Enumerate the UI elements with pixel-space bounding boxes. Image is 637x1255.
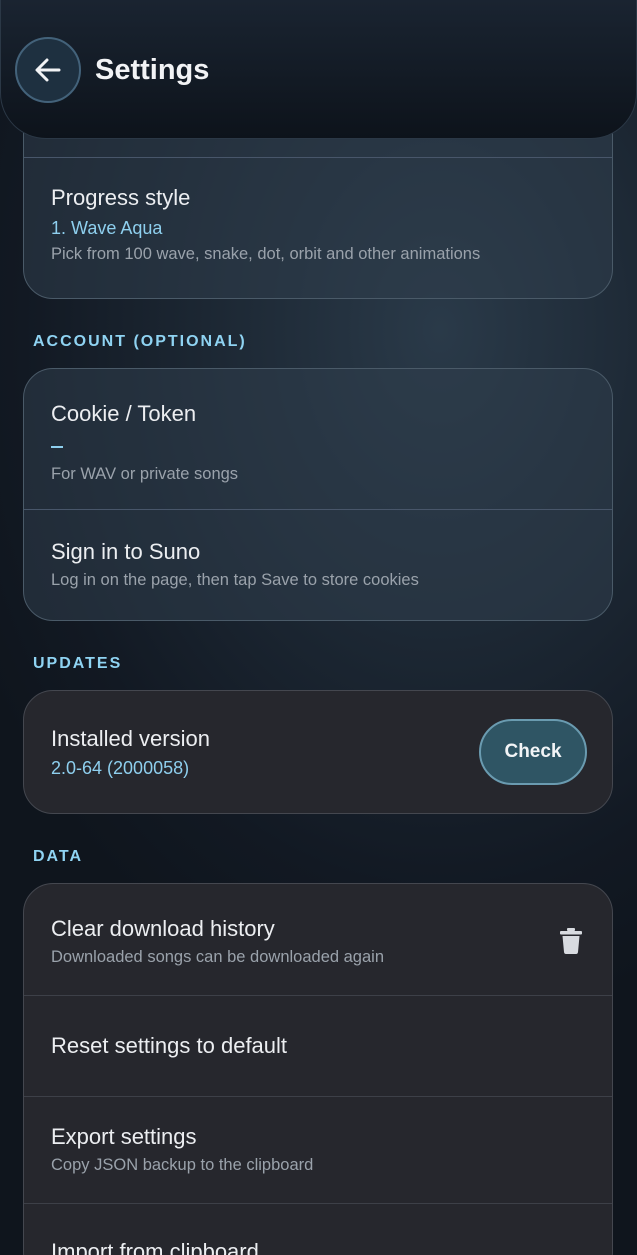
reset-settings-row[interactable]: Reset settings to default [24, 996, 612, 1097]
export-settings-title: Export settings [51, 1124, 197, 1149]
clear-history-row[interactable]: Clear download history Downloaded songs … [24, 884, 612, 996]
cookie-token-value [51, 446, 63, 448]
import-clipboard-title: Import from clipboard [51, 1239, 259, 1255]
page-title: Settings [95, 54, 210, 86]
sign-in-row[interactable]: Sign in to Suno Log in on the page, then… [24, 510, 612, 620]
account-card: Cookie / Token For WAV or private songs … [23, 368, 613, 621]
section-label-updates: UPDATES [33, 655, 123, 672]
trash-icon [560, 928, 582, 954]
export-settings-subtitle: Copy JSON backup to the clipboard [51, 1156, 314, 1174]
arrow-left-icon [35, 58, 61, 82]
clear-history-title: Clear download history [51, 916, 275, 941]
reset-settings-title: Reset settings to default [51, 1033, 288, 1058]
sign-in-subtitle: Log in on the page, then tap Save to sto… [51, 571, 419, 589]
progress-style-subtitle: Pick from 100 wave, snake, dot, orbit an… [51, 245, 481, 263]
sign-in-title: Sign in to Suno [51, 539, 201, 564]
installed-version-row: Installed version 2.0-64 (2000058) Check [24, 691, 612, 813]
check-updates-button[interactable]: Check [479, 719, 587, 785]
progress-style-row[interactable]: Progress style 1. Wave Aqua Pick from 10… [24, 158, 612, 298]
cookie-token-subtitle: For WAV or private songs [51, 465, 239, 483]
section-label-account: ACCOUNT (OPTIONAL) [33, 333, 247, 350]
cookie-token-row[interactable]: Cookie / Token For WAV or private songs [24, 369, 612, 510]
back-button[interactable] [15, 37, 81, 103]
progress-style-title: Progress style [51, 185, 191, 210]
export-settings-row[interactable]: Export settings Copy JSON backup to the … [24, 1097, 612, 1204]
app-header: Settings [0, 0, 637, 139]
clear-history-subtitle: Downloaded songs can be downloaded again [51, 948, 385, 966]
section-label-data: DATA [33, 848, 84, 865]
import-clipboard-row[interactable]: Import from clipboard [24, 1204, 612, 1255]
clear-history-button[interactable] [560, 928, 582, 959]
data-card: Clear download history Downloaded songs … [23, 883, 613, 1255]
progress-style-value: 1. Wave Aqua [51, 218, 163, 238]
cookie-token-title: Cookie / Token [51, 401, 197, 426]
updates-card: Installed version 2.0-64 (2000058) Check [23, 690, 613, 814]
